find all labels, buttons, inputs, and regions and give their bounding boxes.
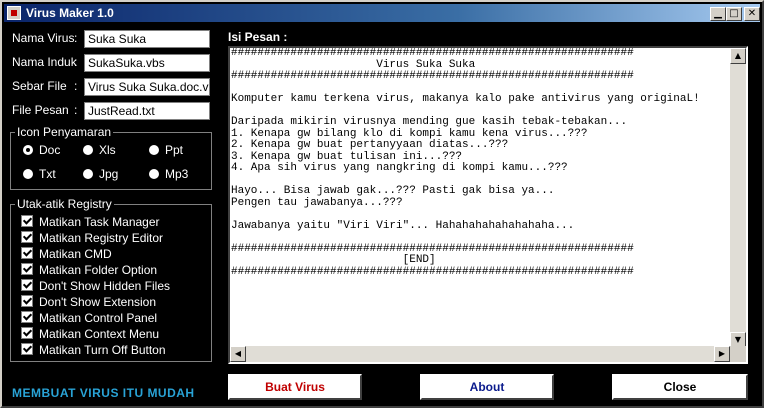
checkbox-checked-icon: [21, 215, 33, 227]
nama-virus-input[interactable]: Suka Suka: [84, 30, 210, 48]
title-bar[interactable]: Virus Maker 1.0 ▁ □ ✕: [4, 4, 760, 22]
arrow-left-icon: ◀: [234, 349, 242, 358]
radio-unselected-icon: [149, 169, 159, 179]
radio-label: Txt: [39, 167, 56, 181]
radio-txt[interactable]: Txt: [23, 167, 56, 181]
checkbox-folder-option[interactable]: Matikan Folder Option: [21, 263, 157, 277]
nama-virus-label: Nama Virus: [12, 31, 75, 45]
checkbox-cmd[interactable]: Matikan CMD: [21, 247, 112, 261]
horizontal-scrollbar[interactable]: ◀ ▶: [230, 346, 730, 362]
checkbox-checked-icon: [21, 295, 33, 307]
checkbox-turn-off-button[interactable]: Matikan Turn Off Button: [21, 343, 166, 357]
nama-virus-colon: :: [74, 31, 78, 45]
arrow-down-icon: ▼: [734, 335, 742, 344]
radio-unselected-icon: [149, 145, 159, 155]
scroll-up-button[interactable]: ▲: [730, 48, 746, 64]
nama-induk-colon: :: [74, 55, 78, 69]
checkbox-label: Don't Show Extension: [39, 295, 157, 309]
file-pesan-label: File Pesan: [12, 103, 69, 117]
radio-unselected-icon: [83, 169, 93, 179]
checkbox-checked-icon: [21, 311, 33, 323]
radio-xls[interactable]: Xls: [83, 143, 116, 157]
utak-atik-registry-group: Utak-atik Registry Matikan Task Manager …: [10, 197, 212, 362]
radio-doc[interactable]: Doc: [23, 143, 60, 157]
scroll-left-button[interactable]: ◀: [230, 346, 246, 362]
close-icon: ✕: [747, 8, 757, 19]
radio-label: Ppt: [165, 143, 184, 157]
checkbox-label: Don't Show Hidden Files: [39, 279, 171, 293]
nama-induk-input[interactable]: SukaSuka.vbs: [84, 54, 210, 72]
radio-ppt[interactable]: Ppt: [149, 143, 183, 157]
checkbox-label: Matikan Task Manager: [39, 215, 160, 229]
sebar-file-input[interactable]: Virus Suka Suka.doc.vbs: [84, 78, 210, 96]
buat-virus-button[interactable]: Buat Virus: [228, 374, 362, 400]
arrow-right-icon: ▶: [718, 349, 726, 358]
checkbox-control-panel[interactable]: Matikan Control Panel: [21, 311, 157, 325]
radio-mp3[interactable]: Mp3: [149, 167, 188, 181]
close-window-button[interactable]: ✕: [744, 7, 760, 21]
utak-atik-registry-title: Utak-atik Registry: [15, 197, 114, 211]
minimize-icon: ▁: [714, 8, 722, 19]
isi-pesan-text[interactable]: ########################################…: [230, 48, 731, 348]
app-icon: [7, 6, 21, 20]
checkbox-checked-icon: [21, 279, 33, 291]
radio-unselected-icon: [23, 169, 33, 179]
sebar-file-label: Sebar File: [12, 79, 67, 93]
isi-pesan-textarea[interactable]: ########################################…: [228, 46, 748, 364]
isi-pesan-label: Isi Pesan :: [228, 30, 288, 44]
file-pesan-colon: :: [74, 103, 78, 117]
nama-induk-label: Nama Induk: [12, 55, 77, 69]
radio-label: Xls: [99, 143, 116, 157]
checkbox-checked-icon: [21, 231, 33, 243]
checkbox-label: Matikan CMD: [39, 247, 112, 261]
vertical-scrollbar[interactable]: ▲ ▼: [730, 48, 746, 348]
radio-label: Jpg: [99, 167, 119, 181]
scrollbar-corner: [730, 346, 746, 362]
icon-penyamaran-title: Icon Penyamaran: [15, 125, 114, 139]
checkbox-label: Matikan Context Menu: [39, 327, 160, 341]
checkbox-checked-icon: [21, 263, 33, 275]
maximize-button[interactable]: □: [726, 7, 742, 21]
close-button[interactable]: Close: [612, 374, 748, 400]
checkbox-registry-editor[interactable]: Matikan Registry Editor: [21, 231, 163, 245]
radio-jpg[interactable]: Jpg: [83, 167, 118, 181]
file-pesan-input[interactable]: JustRead.txt: [84, 102, 210, 120]
radio-unselected-icon: [83, 145, 93, 155]
sebar-file-colon: :: [74, 79, 78, 93]
minimize-button[interactable]: ▁: [710, 7, 726, 21]
checkbox-label: Matikan Registry Editor: [39, 231, 164, 245]
checkbox-checked-icon: [21, 343, 33, 355]
radio-label: Doc: [39, 143, 61, 157]
checkbox-label: Matikan Control Panel: [39, 311, 158, 325]
about-button[interactable]: About: [420, 374, 554, 400]
icon-penyamaran-group: Icon Penyamaran Doc Xls Ppt Txt Jpg Mp3: [10, 125, 212, 190]
maximize-icon: □: [729, 8, 739, 19]
checkbox-context-menu[interactable]: Matikan Context Menu: [21, 327, 159, 341]
checkbox-task-manager[interactable]: Matikan Task Manager: [21, 215, 160, 229]
checkbox-label: Matikan Turn Off Button: [39, 343, 166, 357]
radio-selected-icon: [23, 145, 33, 155]
slogan-text: MEMBUAT VIRUS ITU MUDAH: [12, 386, 195, 400]
scroll-right-button[interactable]: ▶: [714, 346, 730, 362]
checkbox-extension[interactable]: Don't Show Extension: [21, 295, 156, 309]
checkbox-hidden-files[interactable]: Don't Show Hidden Files: [21, 279, 170, 293]
checkbox-label: Matikan Folder Option: [39, 263, 158, 277]
arrow-up-icon: ▲: [734, 51, 742, 60]
window-title: Virus Maker 1.0: [26, 6, 114, 20]
radio-label: Mp3: [165, 167, 189, 181]
checkbox-checked-icon: [21, 247, 33, 259]
checkbox-checked-icon: [21, 327, 33, 339]
